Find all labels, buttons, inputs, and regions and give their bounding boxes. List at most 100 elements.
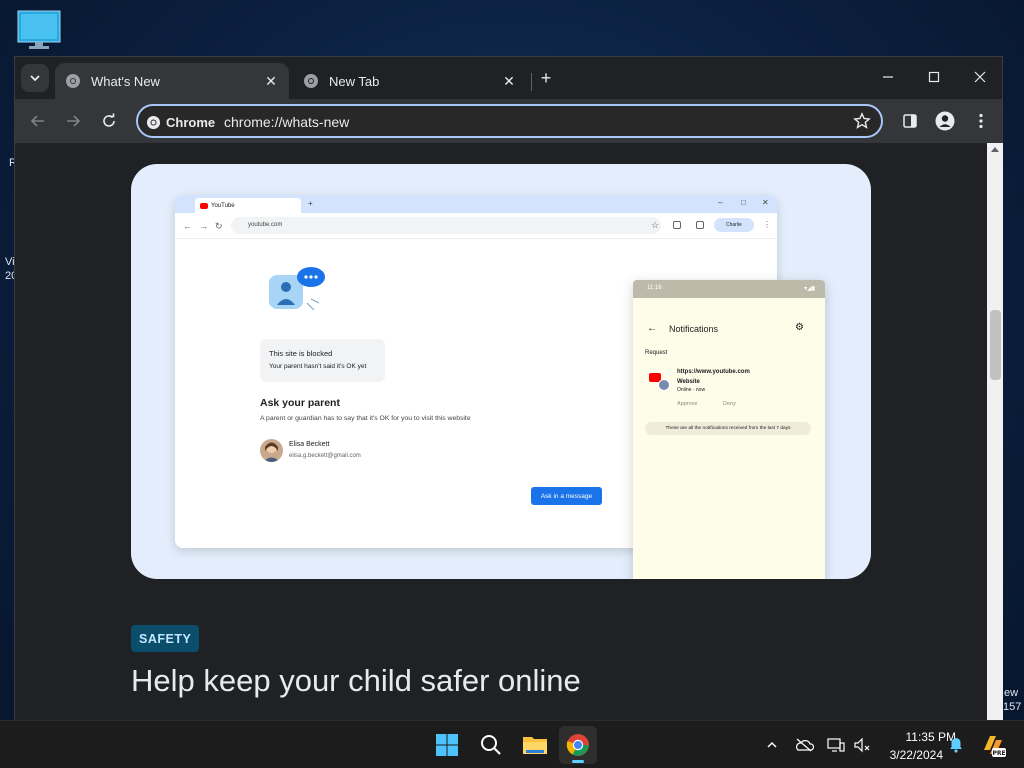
profile-button[interactable]: [931, 107, 959, 135]
scroll-up-arrow-icon[interactable]: [991, 147, 999, 152]
phone-system-icons: ▾◢▮: [804, 286, 815, 292]
taskbar-clock-time[interactable]: 11:35 PM: [870, 730, 956, 744]
chrome-menu-button[interactable]: [967, 107, 995, 135]
url-text[interactable]: chrome://whats-new: [224, 114, 349, 130]
chrome-favicon-icon: [66, 74, 80, 88]
forward-arrow-icon: [67, 115, 81, 127]
tab-title: What's New: [91, 73, 160, 89]
network-button[interactable]: [826, 735, 846, 755]
chrome-icon: [566, 734, 589, 756]
plus-icon: +: [308, 199, 313, 208]
bell-icon: [950, 738, 962, 753]
reload-icon: ↻: [215, 221, 223, 231]
gear-icon: ⚙: [795, 322, 804, 333]
illustration-tabbar: YouTube + – □ ✕: [175, 195, 777, 213]
parent-name: Elisa Beckett: [289, 441, 330, 448]
back-arrow-icon: ←: [183, 221, 192, 231]
page-viewport[interactable]: YouTube + – □ ✕ ← → ↻ youtube.com ☆ Char…: [15, 143, 987, 721]
address-bar[interactable]: Chrome chrome://whats-new: [136, 104, 883, 138]
back-arrow-icon: ←: [647, 323, 657, 334]
this-pc-icon[interactable]: [17, 10, 61, 50]
youtube-icon: [200, 202, 208, 209]
phone-status-bar: 11:16 ▾◢▮: [633, 280, 825, 298]
side-panel-button[interactable]: [896, 107, 924, 135]
phone-time: 11:16: [647, 285, 662, 291]
maximize-button[interactable]: [911, 57, 957, 97]
avatar-badge-icon: [658, 379, 670, 391]
minimize-icon: [883, 76, 893, 78]
forward-arrow-icon: →: [199, 221, 208, 231]
ask-parent-subtitle: A parent or guardian has to say that it'…: [260, 415, 471, 422]
chrome-favicon-icon: [304, 74, 318, 88]
tab-new-tab[interactable]: New Tab ✕: [293, 63, 527, 99]
search-icon: [481, 735, 501, 755]
start-icon: [436, 734, 458, 756]
reload-icon: [103, 113, 115, 127]
illustration-profile-chip: Charlie: [714, 218, 754, 232]
close-window-button[interactable]: [957, 57, 1003, 97]
volume-button[interactable]: [852, 735, 872, 755]
parent-email: elisa.g.beckett@gmail.com: [289, 453, 361, 459]
taskbar: 11:35 PM 3/22/2024 PRE: [0, 720, 1024, 768]
display-icon: [827, 738, 845, 752]
illustration-profile-name: Charlie: [726, 222, 742, 228]
page-scrollbar[interactable]: [987, 143, 1003, 721]
maximize-icon: □: [741, 198, 746, 207]
copilot-button[interactable]: PRE: [980, 732, 1006, 758]
taskbar-clock-date[interactable]: 3/22/2024: [870, 748, 943, 762]
site-chip[interactable]: Chrome: [146, 112, 215, 132]
supervised-user-illustration: [269, 267, 325, 311]
onedrive-button[interactable]: [794, 735, 814, 755]
notifications-button[interactable]: [946, 735, 966, 755]
star-icon: ☆: [651, 220, 660, 230]
chrome-window: What's New ✕ New Tab ✕ + Chrome chrome:/…: [14, 56, 1003, 721]
close-icon: [974, 71, 986, 83]
copilot-icon: PRE: [984, 736, 1006, 757]
chevron-up-icon: [767, 741, 777, 748]
side-panel-icon: [696, 221, 704, 229]
illustration-tab-title: YouTube: [211, 202, 235, 209]
tab-search-button[interactable]: [21, 64, 49, 92]
file-explorer-button[interactable]: [516, 726, 554, 764]
feature-headline: Help keep your child safer online: [131, 663, 581, 698]
phone-request-type: Website: [677, 379, 700, 385]
bookmark-button[interactable]: [853, 112, 871, 135]
site-chip-label: Chrome: [166, 114, 216, 130]
feature-hero-image: YouTube + – □ ✕ ← → ↻ youtube.com ☆ Char…: [131, 164, 871, 579]
chrome-taskbar-button[interactable]: [559, 726, 597, 764]
phone-footer-note: These are all the notifications received…: [645, 422, 811, 435]
phone-request-url: https://www.youtube.com: [677, 369, 750, 375]
forward-button[interactable]: [59, 107, 87, 135]
browser-toolbar: Chrome chrome://whats-new: [15, 99, 1002, 143]
tab-title: New Tab: [329, 73, 380, 89]
category-badge: SAFETY: [131, 625, 200, 652]
extension-icon: [673, 221, 681, 229]
tab-close-icon[interactable]: ✕: [499, 71, 519, 91]
new-tab-button[interactable]: +: [535, 67, 557, 89]
desktop-label-fragment: ew: [1004, 687, 1019, 699]
reload-button[interactable]: [95, 107, 123, 135]
tab-whats-new[interactable]: What's New ✕: [55, 63, 289, 99]
close-icon: ✕: [762, 198, 769, 207]
star-icon: [853, 112, 871, 129]
minimize-button[interactable]: [865, 57, 911, 97]
kebab-menu-icon: [979, 113, 983, 129]
file-explorer-icon: [523, 737, 547, 754]
parent-avatar: [260, 439, 283, 462]
side-panel-icon: [903, 114, 917, 128]
taskbar-search-button[interactable]: [472, 726, 510, 764]
tab-strip: What's New ✕ New Tab ✕ +: [15, 57, 1002, 99]
chrome-logo-icon: [146, 115, 161, 129]
phone-deny-button: Deny: [723, 401, 736, 407]
back-button[interactable]: [24, 107, 52, 135]
plus-icon: +: [540, 67, 552, 88]
site-blocked-card: This site is blocked Your parent hasn't …: [260, 339, 385, 382]
tab-close-icon[interactable]: ✕: [261, 71, 281, 91]
phone-request-status: Online · now: [677, 387, 706, 393]
phone-section-label: Request: [645, 350, 668, 356]
profile-icon: [935, 111, 955, 131]
scroll-thumb[interactable]: [990, 310, 1001, 380]
illustration-url: youtube.com: [248, 222, 283, 228]
show-hidden-icons-button[interactable]: [762, 735, 782, 755]
start-button[interactable]: [428, 726, 466, 764]
